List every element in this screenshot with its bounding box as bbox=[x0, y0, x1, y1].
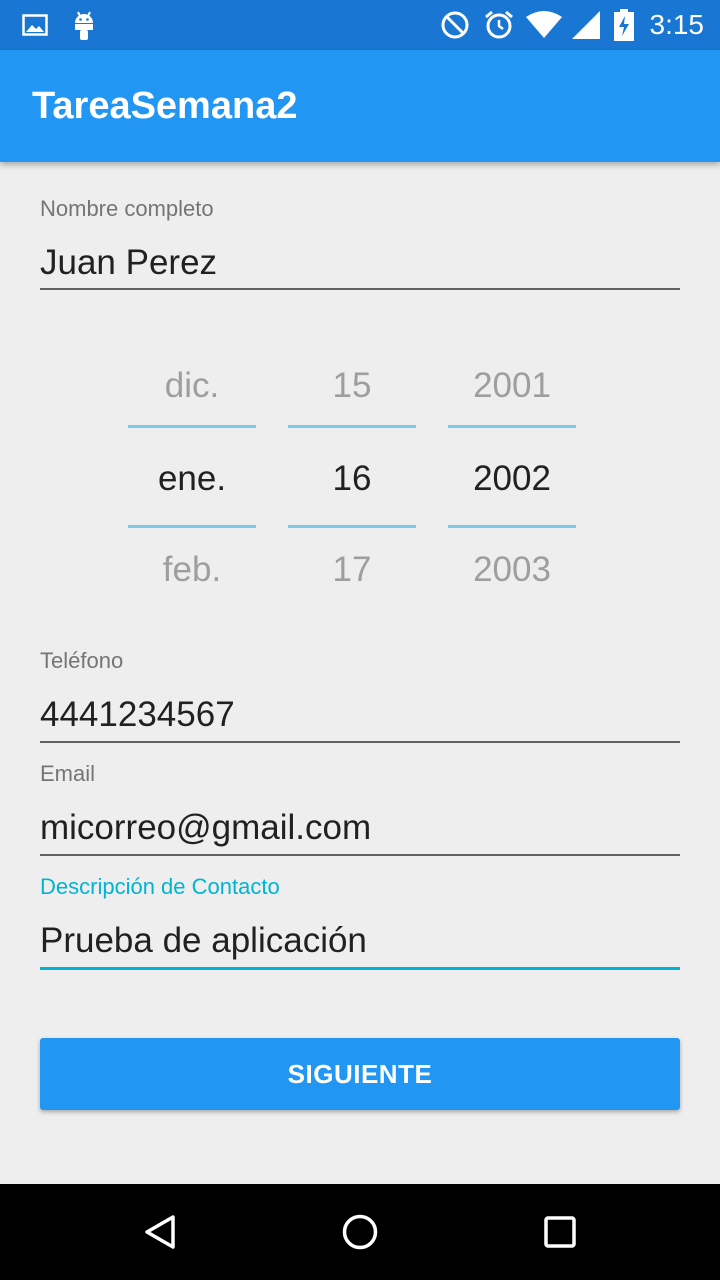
day-prev[interactable]: 15 bbox=[288, 365, 416, 407]
do-not-disturb-icon bbox=[440, 9, 470, 41]
recents-icon[interactable] bbox=[536, 1208, 584, 1256]
name-label: Nombre completo bbox=[40, 196, 214, 221]
description-field[interactable]: Descripción de Contacto bbox=[40, 873, 680, 973]
day-divider-bottom bbox=[288, 525, 416, 528]
app-bar: TareaSemana2 bbox=[0, 50, 720, 162]
status-bar: 3:15 bbox=[0, 0, 720, 50]
android-icon bbox=[72, 9, 96, 41]
email-underline bbox=[40, 854, 680, 856]
month-next[interactable]: feb. bbox=[128, 549, 256, 591]
year-picker[interactable]: 2001 2002 2003 bbox=[448, 340, 576, 610]
status-time: 3:15 bbox=[649, 9, 705, 40]
home-icon[interactable] bbox=[336, 1208, 384, 1256]
day-next[interactable]: 17 bbox=[288, 549, 416, 591]
month-picker[interactable]: dic. ene. feb. bbox=[128, 340, 256, 610]
description-input[interactable] bbox=[40, 920, 680, 962]
phone-input[interactable] bbox=[40, 694, 680, 736]
year-divider-top bbox=[448, 425, 576, 428]
name-input[interactable] bbox=[40, 242, 680, 284]
phone-underline bbox=[40, 741, 680, 743]
day-divider-top bbox=[288, 425, 416, 428]
name-field[interactable]: Nombre completo bbox=[40, 194, 680, 294]
day-selected[interactable]: 16 bbox=[288, 458, 416, 500]
email-input[interactable] bbox=[40, 807, 680, 849]
next-button[interactable]: SIGUIENTE bbox=[40, 1038, 680, 1110]
name-underline bbox=[40, 288, 680, 290]
email-label: Email bbox=[40, 761, 96, 786]
battery-charging-icon bbox=[614, 9, 634, 41]
month-divider-bottom bbox=[128, 525, 256, 528]
phone-label: Teléfono bbox=[40, 648, 124, 673]
email-field[interactable]: Email bbox=[40, 760, 680, 860]
year-divider-bottom bbox=[448, 525, 576, 528]
alarm-icon bbox=[484, 9, 514, 41]
wifi-icon bbox=[526, 9, 562, 41]
image-icon bbox=[22, 9, 48, 41]
navigation-bar bbox=[0, 1184, 720, 1280]
month-divider-top bbox=[128, 425, 256, 428]
month-prev[interactable]: dic. bbox=[128, 365, 256, 407]
year-selected[interactable]: 2002 bbox=[448, 458, 576, 500]
signal-icon bbox=[570, 9, 602, 41]
month-selected[interactable]: ene. bbox=[128, 458, 256, 500]
description-label: Descripción de Contacto bbox=[40, 874, 280, 899]
back-icon[interactable] bbox=[136, 1208, 184, 1256]
description-underline bbox=[40, 967, 680, 970]
year-next[interactable]: 2003 bbox=[448, 549, 576, 591]
phone-field[interactable]: Teléfono bbox=[40, 646, 680, 746]
app-title: TareaSemana2 bbox=[32, 85, 298, 127]
year-prev[interactable]: 2001 bbox=[448, 365, 576, 407]
day-picker[interactable]: 15 16 17 bbox=[288, 340, 416, 610]
